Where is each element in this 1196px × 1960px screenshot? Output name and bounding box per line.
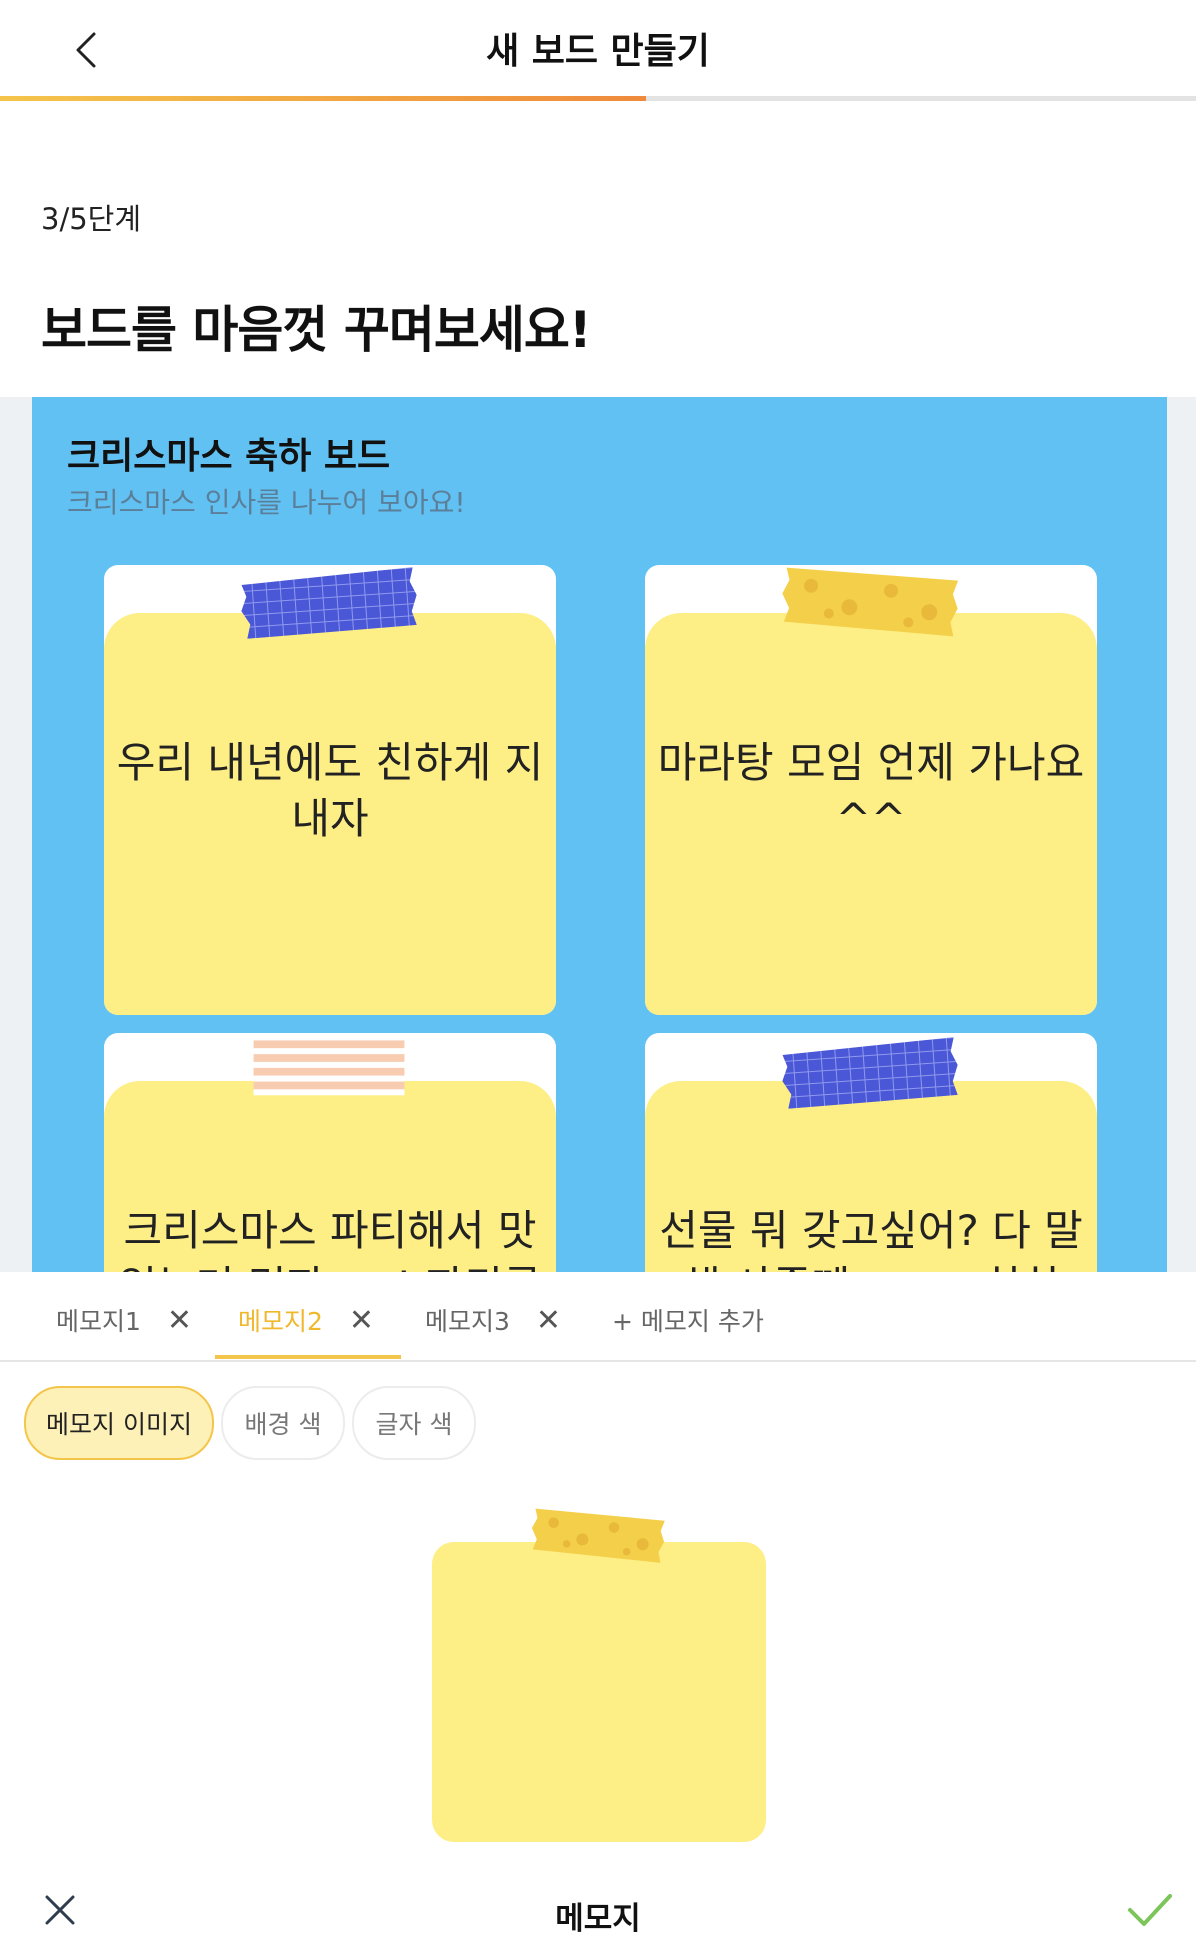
add-memo-tab-button[interactable]: + 메모지 추가 [612,1302,764,1338]
tab-memo-2[interactable]: 메모지2 ✕ [238,1302,374,1338]
section-heading: 보드를 마음껏 꾸며보세요! [41,301,592,359]
progress-fill [0,96,646,101]
board-note-2[interactable]: 마라탕 모임 언제 가나요 ^^ [645,565,1097,1015]
tab-memo-3[interactable]: 메모지3 ✕ [425,1302,561,1338]
close-icon[interactable]: ✕ [167,1303,192,1338]
note-paper [432,1542,766,1842]
close-icon[interactable]: ✕ [536,1303,561,1338]
option-background-color[interactable]: 배경 색 [221,1386,345,1460]
check-icon [1128,1894,1172,1926]
active-tab-indicator [215,1355,401,1359]
add-tab-label: + 메모지 추가 [612,1307,764,1336]
blue-grid-tape-icon [782,1037,958,1109]
board-note-1[interactable]: 우리 내년에도 친하게 지내자 [104,565,556,1015]
tab-memo-1[interactable]: 메모지1 ✕ [56,1302,192,1338]
tab-label: 메모지2 [238,1307,323,1336]
board-preview: 크리스마스 축하 보드 크리스마스 인사를 나누어 보아요! 우리 내년에도 친… [32,397,1167,1272]
memo-image-preview[interactable] [430,1500,770,1845]
confirm-button[interactable] [1120,1885,1180,1935]
tab-label: 메모지3 [425,1307,510,1336]
blue-grid-tape-icon [241,567,417,639]
note-text: 우리 내년에도 친하게 지내자 [116,738,544,843]
peach-stripes-tape-icon [253,1038,405,1096]
option-memo-image[interactable]: 메모지 이미지 [24,1386,214,1460]
option-text-color[interactable]: 글자 색 [352,1386,476,1460]
close-icon[interactable]: ✕ [349,1303,374,1338]
step-label: 3/5단계 [41,202,142,236]
note-text: 마라탕 모임 언제 가나요 ^^ [657,738,1085,843]
memo-tabs: 메모지1 ✕ 메모지2 ✕ 메모지3 ✕ + 메모지 추가 [0,1272,1196,1362]
tab-label: 메모지1 [56,1307,141,1336]
board-title: 크리스마스 축하 보드 [67,436,391,477]
board-subtitle: 크리스마스 인사를 나누어 보아요! [67,486,466,519]
page-title: 새 보드 만들기 [486,31,710,72]
board-note-3[interactable]: 크리스마스 파티해서 맛있는거 먹자~~! 파티룸 [104,1033,556,1272]
board-note-4[interactable]: 선물 뭐 갖고싶어? 다 말해 사줄께~~ ~ 히히 [645,1033,1097,1272]
note-text: 선물 뭐 갖고싶어? 다 말해 사줄께~~ ~ 히히 [659,1206,1083,1272]
progress-bar [0,96,1196,101]
bottom-title: 메모지 [555,1901,641,1937]
note-text: 크리스마스 파티해서 맛있는거 먹자~~! 파티룸 [118,1206,541,1272]
